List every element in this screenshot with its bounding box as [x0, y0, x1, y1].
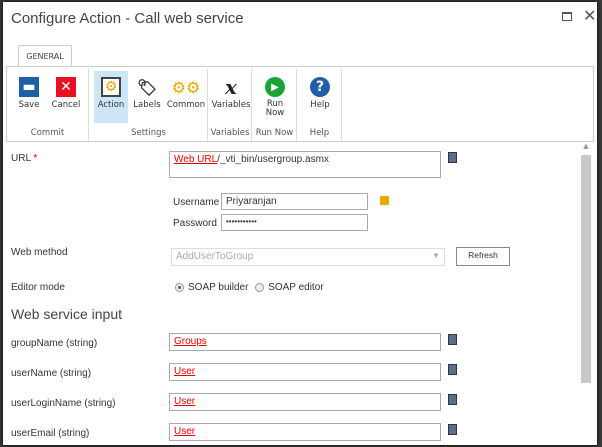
save-icon: ▬ [19, 77, 39, 97]
cancel-button[interactable]: ✕ Cancel [49, 71, 83, 123]
input-field[interactable]: User [169, 363, 441, 381]
labels-icon: 🏷 [136, 77, 158, 97]
lock-icon[interactable] [380, 196, 389, 205]
group-settings: ⚙ Action 🏷 Labels ⚙⚙ Common Settings [90, 69, 208, 141]
input-field[interactable]: User [169, 423, 441, 441]
input-label: userName (string) [11, 368, 92, 379]
username-input[interactable]: Priyaranjan [221, 193, 368, 210]
group-commit: ▬ Save ✕ Cancel Commit [7, 69, 89, 141]
help-button[interactable]: ? Help [303, 71, 337, 123]
web-url-token[interactable]: Web URL [174, 154, 217, 165]
lookup-icon[interactable] [448, 394, 457, 405]
help-icon: ? [310, 77, 330, 97]
web-method-label: Web method [11, 247, 68, 258]
input-field[interactable]: Groups [169, 333, 441, 351]
run-icon: ▶ [265, 77, 285, 97]
save-button[interactable]: ▬ Save [12, 71, 46, 123]
input-label: groupName (string) [11, 338, 98, 349]
action-button[interactable]: ⚙ Action [94, 71, 128, 123]
gears-icon: ⚙⚙ [171, 77, 201, 97]
close-icon[interactable]: ✕ [583, 6, 596, 25]
dialog-title: Configure Action - Call web service [11, 10, 244, 27]
scrollbar[interactable]: ▲ [580, 142, 592, 445]
chevron-down-icon: ▼ [432, 251, 440, 260]
scroll-up-icon[interactable]: ▲ [580, 142, 592, 150]
common-button[interactable]: ⚙⚙ Common [166, 71, 206, 123]
labels-button[interactable]: 🏷 Labels [130, 71, 164, 123]
url-label: URL * [11, 153, 38, 164]
scrollbar-thumb[interactable] [581, 155, 591, 383]
group-run-now: ▶ Run Now Run Now [253, 69, 297, 141]
lookup-icon[interactable] [448, 334, 457, 345]
soap-builder-radio[interactable]: SOAP builder [175, 282, 248, 293]
cancel-icon: ✕ [56, 77, 76, 97]
group-variables: x Variables Variables [209, 69, 252, 141]
lookup-icon[interactable] [448, 152, 457, 163]
action-icon: ⚙ [101, 77, 121, 97]
soap-editor-radio[interactable]: SOAP editor [255, 282, 324, 293]
input-label: userEmail (string) [11, 428, 90, 439]
group-help: ? Help Help [298, 69, 342, 141]
password-input[interactable]: ••••••••••• [221, 214, 368, 231]
lookup-icon[interactable] [448, 424, 457, 435]
lookup-icon[interactable] [448, 364, 457, 375]
username-label: Username [173, 197, 220, 208]
variables-button[interactable]: x Variables [211, 71, 251, 123]
editor-mode-radios: SOAP builder SOAP editor [175, 282, 324, 293]
variables-icon: x [225, 75, 237, 99]
dialog-window: Configure Action - Call web service ✕ GE… [3, 2, 597, 445]
web-method-select[interactable]: AddUserToGroup ▼ [171, 248, 445, 266]
ribbon: ▬ Save ✕ Cancel Commit ⚙ Action 🏷 Labels ⚙⚙ C… [6, 66, 594, 142]
url-input[interactable]: Web URL/_vti_bin/usergroup.asmx [169, 151, 441, 178]
input-field[interactable]: User [169, 393, 441, 411]
section-title: Web service input [11, 306, 123, 322]
refresh-button[interactable]: Refresh [456, 247, 510, 266]
tab-general[interactable]: GENERAL [18, 45, 72, 67]
maximize-icon[interactable] [562, 12, 572, 21]
run-now-button[interactable]: ▶ Run Now [258, 71, 292, 123]
input-label: userLoginName (string) [11, 398, 116, 409]
editor-mode-label: Editor mode [11, 282, 65, 293]
password-label: Password [173, 218, 217, 229]
